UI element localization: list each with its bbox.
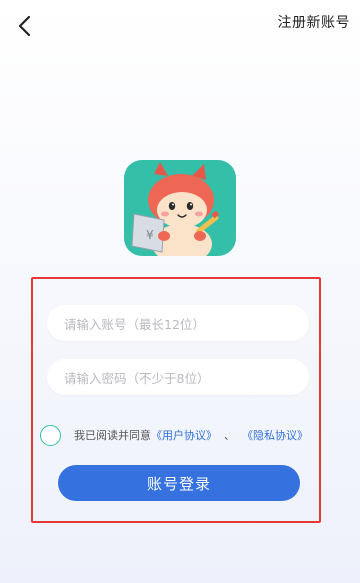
account-login-button[interactable]: 账号登录 [58, 465, 300, 501]
back-button[interactable] [10, 8, 40, 44]
user-agreement-link[interactable]: 《用户协议》 [151, 427, 217, 443]
register-new-account-link[interactable]: 注册新账号 [278, 12, 351, 32]
agreement-row: 我已阅读并同意 《用户协议》 、 《隐私协议》 [40, 423, 308, 447]
app-logo: ¥ [124, 160, 236, 256]
svg-text:¥: ¥ [146, 228, 154, 242]
account-input-placeholder: 请输入账号（最长12位） [64, 316, 205, 332]
password-input[interactable]: 请输入密码（不少于8位） [47, 359, 309, 395]
password-input-placeholder: 请输入密码（不少于8位） [64, 370, 210, 386]
squirrel-mascot-icon: ¥ [131, 162, 220, 256]
agreement-prefix: 我已阅读并同意 [74, 429, 151, 442]
account-input[interactable]: 请输入账号（最长12位） [47, 305, 309, 341]
chevron-left-icon [18, 15, 31, 37]
agreement-checkbox[interactable] [40, 424, 61, 446]
privacy-policy-link[interactable]: 《隐私协议》 [242, 427, 308, 443]
agreement-separator: 、 [224, 429, 235, 442]
